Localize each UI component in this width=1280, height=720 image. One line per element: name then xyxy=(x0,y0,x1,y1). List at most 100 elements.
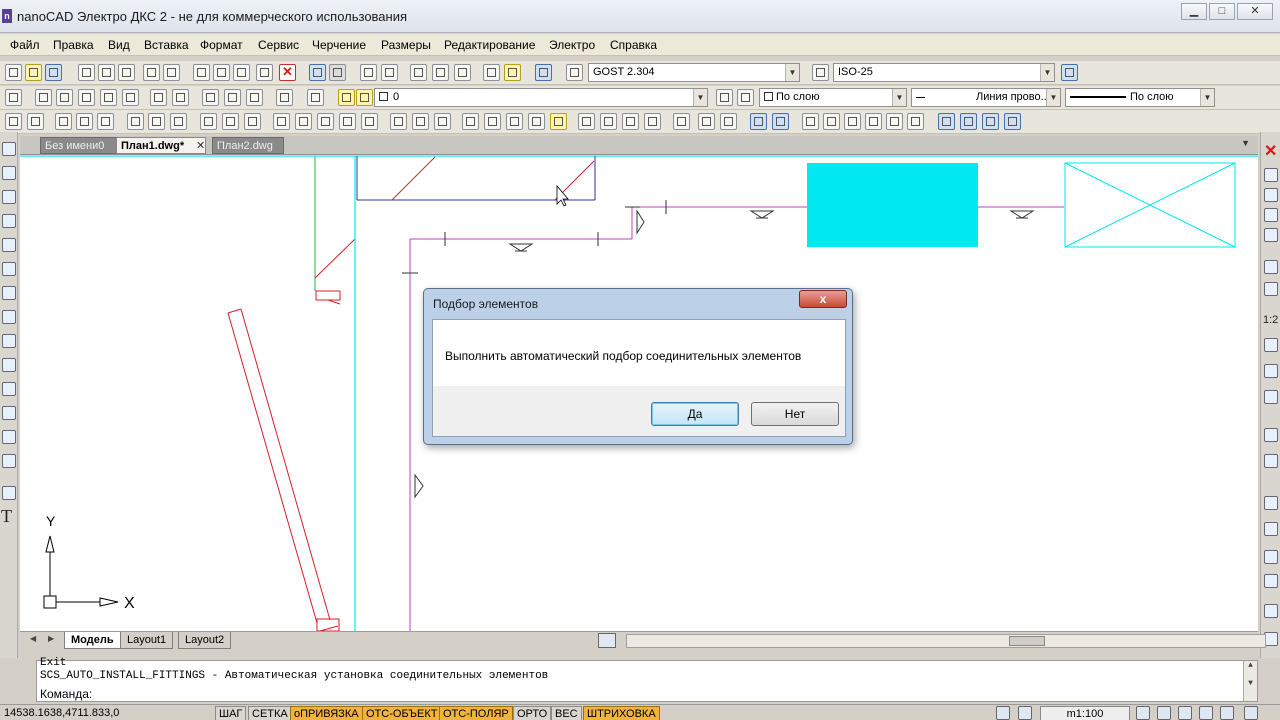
prev-tab-icon[interactable]: ▶ xyxy=(48,634,54,643)
model-space-icon[interactable] xyxy=(996,706,1010,720)
rotate-icon[interactable] xyxy=(78,89,95,106)
layer-state-icon[interactable] xyxy=(307,89,324,106)
ungroup-icon[interactable] xyxy=(170,113,187,130)
delete-icon[interactable] xyxy=(279,64,296,81)
minimize-button[interactable]: ▁ xyxy=(1181,3,1207,20)
iso-nw-icon[interactable] xyxy=(1004,113,1021,130)
menu-draw[interactable]: Черчение xyxy=(312,38,366,52)
list-icon[interactable] xyxy=(76,113,93,130)
hatch-draw-icon[interactable] xyxy=(2,430,16,444)
view-left-icon[interactable] xyxy=(844,113,861,130)
view-front-icon[interactable] xyxy=(886,113,903,130)
region-icon[interactable] xyxy=(2,454,16,468)
rectangle-draw-icon[interactable] xyxy=(2,238,16,252)
osnap-center-icon[interactable] xyxy=(673,113,690,130)
block-insert-icon[interactable] xyxy=(202,89,219,106)
construction-line-icon[interactable] xyxy=(2,166,16,180)
maximize-viewport-icon[interactable] xyxy=(1018,706,1032,720)
linetype-select[interactable]: Линия прово... ▼ xyxy=(911,88,1061,107)
image-icon[interactable] xyxy=(644,113,661,130)
hatch-icon[interactable] xyxy=(100,89,117,106)
scroll-thumb[interactable] xyxy=(1009,636,1045,646)
make-block-icon[interactable] xyxy=(2,382,16,396)
draw-order-icon[interactable] xyxy=(5,113,22,130)
check-box-icon[interactable] xyxy=(578,113,595,130)
open-file-icon[interactable] xyxy=(25,64,42,81)
annotation-scale[interactable]: m1:100 xyxy=(1040,706,1130,720)
join-icon[interactable] xyxy=(361,113,378,130)
chamfer-icon[interactable] xyxy=(484,113,501,130)
grid-icon[interactable] xyxy=(122,89,139,106)
menu-view[interactable]: Вид xyxy=(108,38,130,52)
bomb-icon[interactable] xyxy=(1264,550,1278,564)
move-icon[interactable] xyxy=(750,113,767,130)
table-icon[interactable] xyxy=(246,89,263,106)
explode-icon[interactable] xyxy=(528,113,545,130)
tab-layout1[interactable]: Layout1 xyxy=(120,632,174,649)
dim-style-select[interactable]: ISO-25 ▼ xyxy=(833,63,1055,82)
lineweight-select[interactable]: По слою ▼ xyxy=(1065,88,1215,107)
extend-icon[interactable] xyxy=(317,113,334,130)
chevron-down-icon[interactable]: ▼ xyxy=(785,64,799,81)
command-prompt[interactable]: Команда: xyxy=(40,687,92,701)
spline-icon[interactable] xyxy=(2,310,16,324)
view-back-icon[interactable] xyxy=(907,113,924,130)
pages-icon[interactable] xyxy=(622,113,639,130)
help-icon[interactable] xyxy=(535,64,552,81)
explode-modify-icon[interactable] xyxy=(1264,574,1278,588)
redo-icon[interactable] xyxy=(329,64,346,81)
grips-icon[interactable] xyxy=(550,113,567,130)
print-icon[interactable] xyxy=(143,64,160,81)
align-center-icon[interactable] xyxy=(222,113,239,130)
tab-layout2[interactable]: Layout2 xyxy=(178,632,232,649)
chevron-down-icon[interactable]: ▼ xyxy=(1241,138,1250,148)
ellipse-icon[interactable] xyxy=(2,334,16,348)
align-right-icon[interactable] xyxy=(244,113,261,130)
hatch-fill-icon[interactable] xyxy=(412,113,429,130)
trim-modify-icon[interactable] xyxy=(1264,364,1278,378)
close-tab-icon[interactable]: ✕ xyxy=(196,139,205,152)
pan-status-icon[interactable] xyxy=(1178,706,1192,720)
view-top-icon[interactable] xyxy=(802,113,819,130)
edit-polyline-icon[interactable] xyxy=(1264,604,1278,618)
stretch-modify-icon[interactable] xyxy=(1264,338,1278,352)
line-icon[interactable] xyxy=(2,142,16,156)
tab-unnamed[interactable]: Без имени0 xyxy=(40,137,128,154)
properties-list-icon[interactable] xyxy=(720,113,737,130)
horizontal-scrollbar[interactable] xyxy=(626,634,1266,648)
offset-icon[interactable] xyxy=(1264,228,1278,242)
array-icon[interactable] xyxy=(27,113,44,130)
insert-block-icon[interactable] xyxy=(2,358,16,372)
extend-modify-icon[interactable] xyxy=(1264,390,1278,404)
otrack-object-toggle[interactable]: ОТС-ОБЪЕКТ xyxy=(362,706,442,720)
erase-icon[interactable] xyxy=(1264,168,1278,182)
menu-file[interactable]: Файл xyxy=(10,38,40,52)
point-icon[interactable] xyxy=(2,406,16,420)
zoom-previous-icon[interactable] xyxy=(432,64,449,81)
osnap-toggle[interactable]: оПРИВЯЗКА xyxy=(290,706,363,720)
zoom-window-icon[interactable] xyxy=(410,64,427,81)
layer-manager-icon[interactable] xyxy=(5,89,22,106)
grid-toggle[interactable]: СЕТКА xyxy=(248,706,292,720)
lock-icon[interactable] xyxy=(1220,706,1234,720)
scale-icon[interactable]: 1:2 xyxy=(1263,314,1278,326)
no-button[interactable]: Нет xyxy=(751,402,839,426)
yes-button[interactable]: Да xyxy=(651,402,739,426)
paste-icon[interactable] xyxy=(233,64,250,81)
group-icon[interactable] xyxy=(148,113,165,130)
zoom-icon[interactable] xyxy=(381,64,398,81)
menu-format[interactable]: Формат xyxy=(200,38,243,52)
copy-objects-icon[interactable] xyxy=(127,113,144,130)
tab-model[interactable]: Модель xyxy=(64,632,121,649)
chevron-down-icon[interactable]: ▼ xyxy=(1200,89,1214,106)
line-tool-icon[interactable] xyxy=(150,89,167,106)
first-tab-icon[interactable]: ◀ xyxy=(30,634,36,643)
text-style-select[interactable]: GOST 2.304 ▼ xyxy=(588,63,800,82)
menu-service[interactable]: Сервис xyxy=(258,38,299,52)
wave-icon[interactable] xyxy=(506,113,523,130)
pan-icon[interactable] xyxy=(360,64,377,81)
close-window-button[interactable]: ✕ xyxy=(1237,3,1273,20)
snap-icon[interactable] xyxy=(35,89,52,106)
table-draw-icon[interactable] xyxy=(2,486,16,500)
menu-help[interactable]: Справка xyxy=(610,38,657,52)
